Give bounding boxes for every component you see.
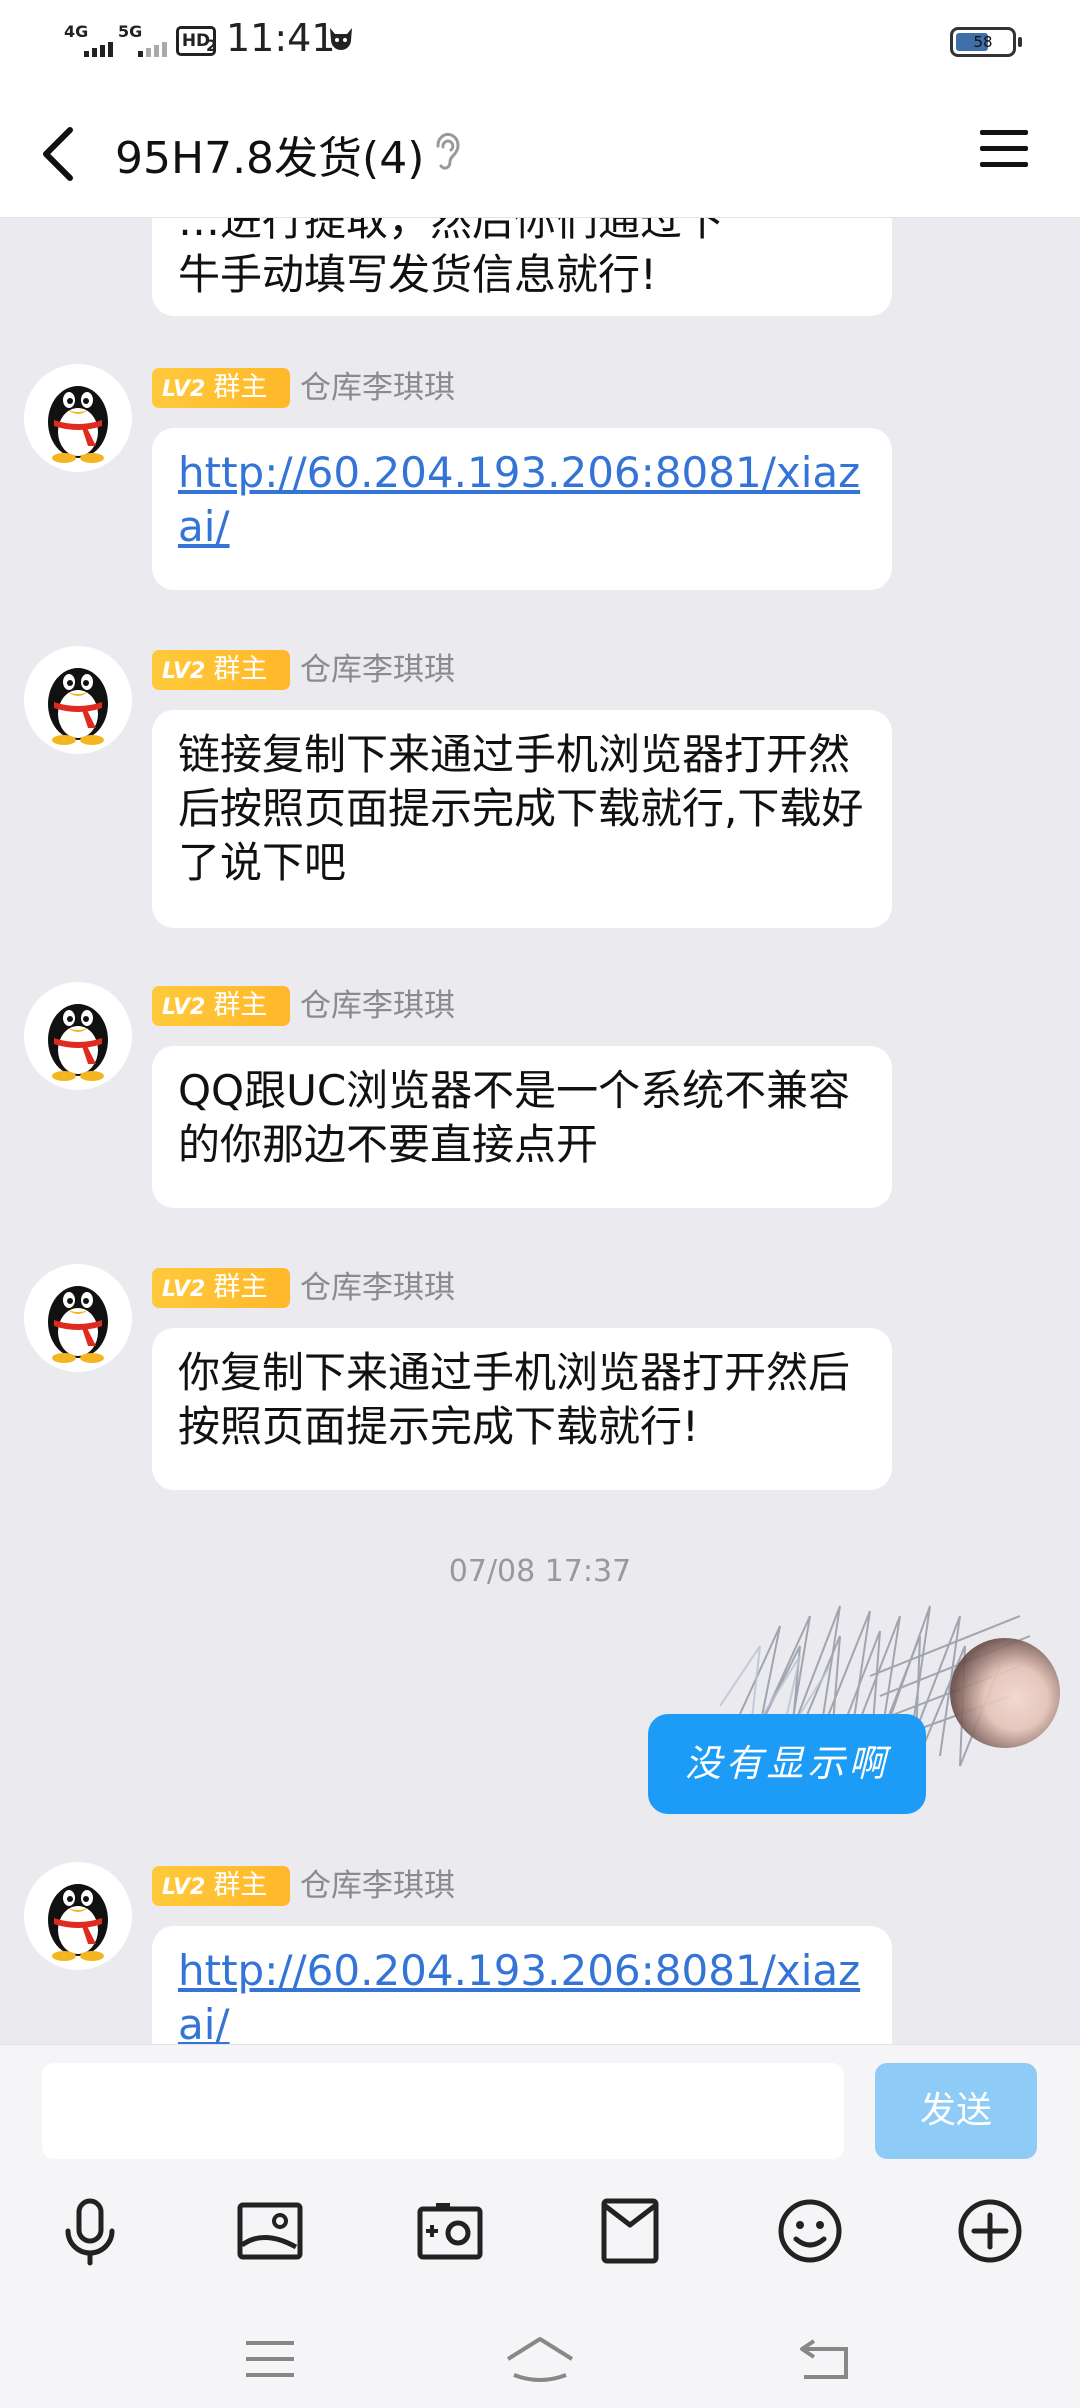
owner-badge: LV2 群主 [152,1866,290,1906]
image-icon[interactable] [234,2195,306,2267]
input-bar: 发送 [0,2044,1080,2408]
emoji-icon[interactable] [774,2195,846,2267]
chat-message-list[interactable]: …进行提取，然后你们通过下 牛手动填写发货信息就行! LV2 群主 仓库李琪琪 h… [0,218,1080,2044]
badge-role: 群主 [213,990,268,1021]
network-type-label: 5G [118,22,143,41]
avatar[interactable] [24,364,132,472]
network-type-label: 4G [64,22,89,41]
sender-name[interactable]: 仓库李琪琪 [300,1866,455,1906]
back-icon[interactable] [794,2331,854,2387]
badge-role: 群主 [213,654,268,685]
battery-level: 58 [973,33,993,51]
group-title[interactable]: 95H7.8发货(4) [115,122,424,186]
message-input[interactable] [42,2063,844,2159]
penguin-avatar-icon [48,1884,108,1961]
my-message-bubble[interactable]: 没有显示啊 [648,1714,926,1814]
badge-role: 群主 [213,372,268,403]
sender-name[interactable]: 仓库李琪琪 [300,1268,455,1308]
avatar[interactable] [24,1264,132,1372]
owner-badge: LV2 群主 [152,368,290,408]
message-text: 你复制下来通过手机浏览器打开然后按照页面提示完成下载就行! [178,1348,851,1451]
badge-level: LV2 [162,659,206,684]
owner-badge: LV2 群主 [152,1268,290,1308]
message-bubble[interactable]: …进行提取，然后你们通过下 牛手动填写发货信息就行! [152,218,892,316]
red-packet-icon[interactable] [594,2195,666,2267]
penguin-avatar-icon [48,1004,108,1081]
message-link[interactable]: http://60.204.193.206:8081/xiazai/ [178,448,860,551]
home-icon[interactable] [504,2331,576,2387]
camera-icon[interactable] [414,2195,486,2267]
owner-badge: LV2 群主 [152,986,290,1026]
sender-name[interactable]: 仓库李琪琪 [300,650,455,690]
sender-name[interactable]: 仓库李琪琪 [300,986,455,1026]
menu-icon[interactable] [240,2331,300,2387]
pet-notification-icon [330,28,352,50]
system-nav-bar [0,2317,1080,2408]
message-bubble[interactable]: QQ跟UC浏览器不是一个系统不兼容的你那边不要直接点开 [152,1046,892,1208]
avatar[interactable] [24,1862,132,1970]
badge-level: LV2 [162,1277,206,1302]
message-text: QQ跟UC浏览器不是一个系统不兼容的你那边不要直接点开 [178,1066,851,1169]
owner-badge: LV2 群主 [152,650,290,690]
badge-role: 群主 [213,1870,268,1901]
penguin-avatar-icon [48,386,108,463]
battery-icon: 58 [950,27,1022,57]
badge-level: LV2 [162,995,206,1020]
back-arrow-icon[interactable] [38,124,78,184]
hd-voice-sub: 2 [206,36,218,55]
penguin-avatar-icon [48,1286,108,1363]
penguin-avatar-icon [48,668,108,745]
message-link[interactable]: http://60.204.193.206:8081/xiazai/ [178,1946,860,2044]
message-text: 链接复制下来通过手机浏览器打开然后按照页面提示完成下载就行,下载好了说下吧 [178,730,864,887]
avatar[interactable] [24,646,132,754]
message-timestamp: 07/08 17:37 [448,1554,632,1589]
message-text: 牛手动填写发货信息就行! [178,250,657,299]
clock: 11:41 [226,16,336,60]
badge-level: LV2 [162,377,206,402]
input-toolbar [0,2195,1080,2275]
plus-icon[interactable] [954,2195,1026,2267]
sender-name[interactable]: 仓库李琪琪 [300,368,455,408]
message-bubble[interactable]: 链接复制下来通过手机浏览器打开然后按照页面提示完成下载就行,下载好了说下吧 [152,710,892,928]
badge-level: LV2 [162,1875,206,1900]
status-bar: 4G 5G HD 2 11:41 58 [0,0,1080,80]
message-bubble[interactable]: http://60.204.193.206:8081/xiazai/ [152,428,892,590]
message-bubble[interactable]: 你复制下来通过手机浏览器打开然后按照页面提示完成下载就行! [152,1328,892,1490]
send-button[interactable]: 发送 [875,2063,1037,2159]
avatar[interactable] [24,982,132,1090]
my-avatar[interactable] [950,1638,1060,1748]
message-bubble[interactable]: http://60.204.193.206:8081/xiazai/ [152,1926,892,2044]
more-menu-icon[interactable] [980,130,1028,170]
badge-role: 群主 [213,1272,268,1303]
microphone-icon[interactable] [54,2195,126,2267]
ear-mode-icon[interactable] [430,130,464,174]
chat-header: 95H7.8发货(4) [0,80,1080,218]
message-text: …进行提取，然后你们通过下 [178,218,725,245]
